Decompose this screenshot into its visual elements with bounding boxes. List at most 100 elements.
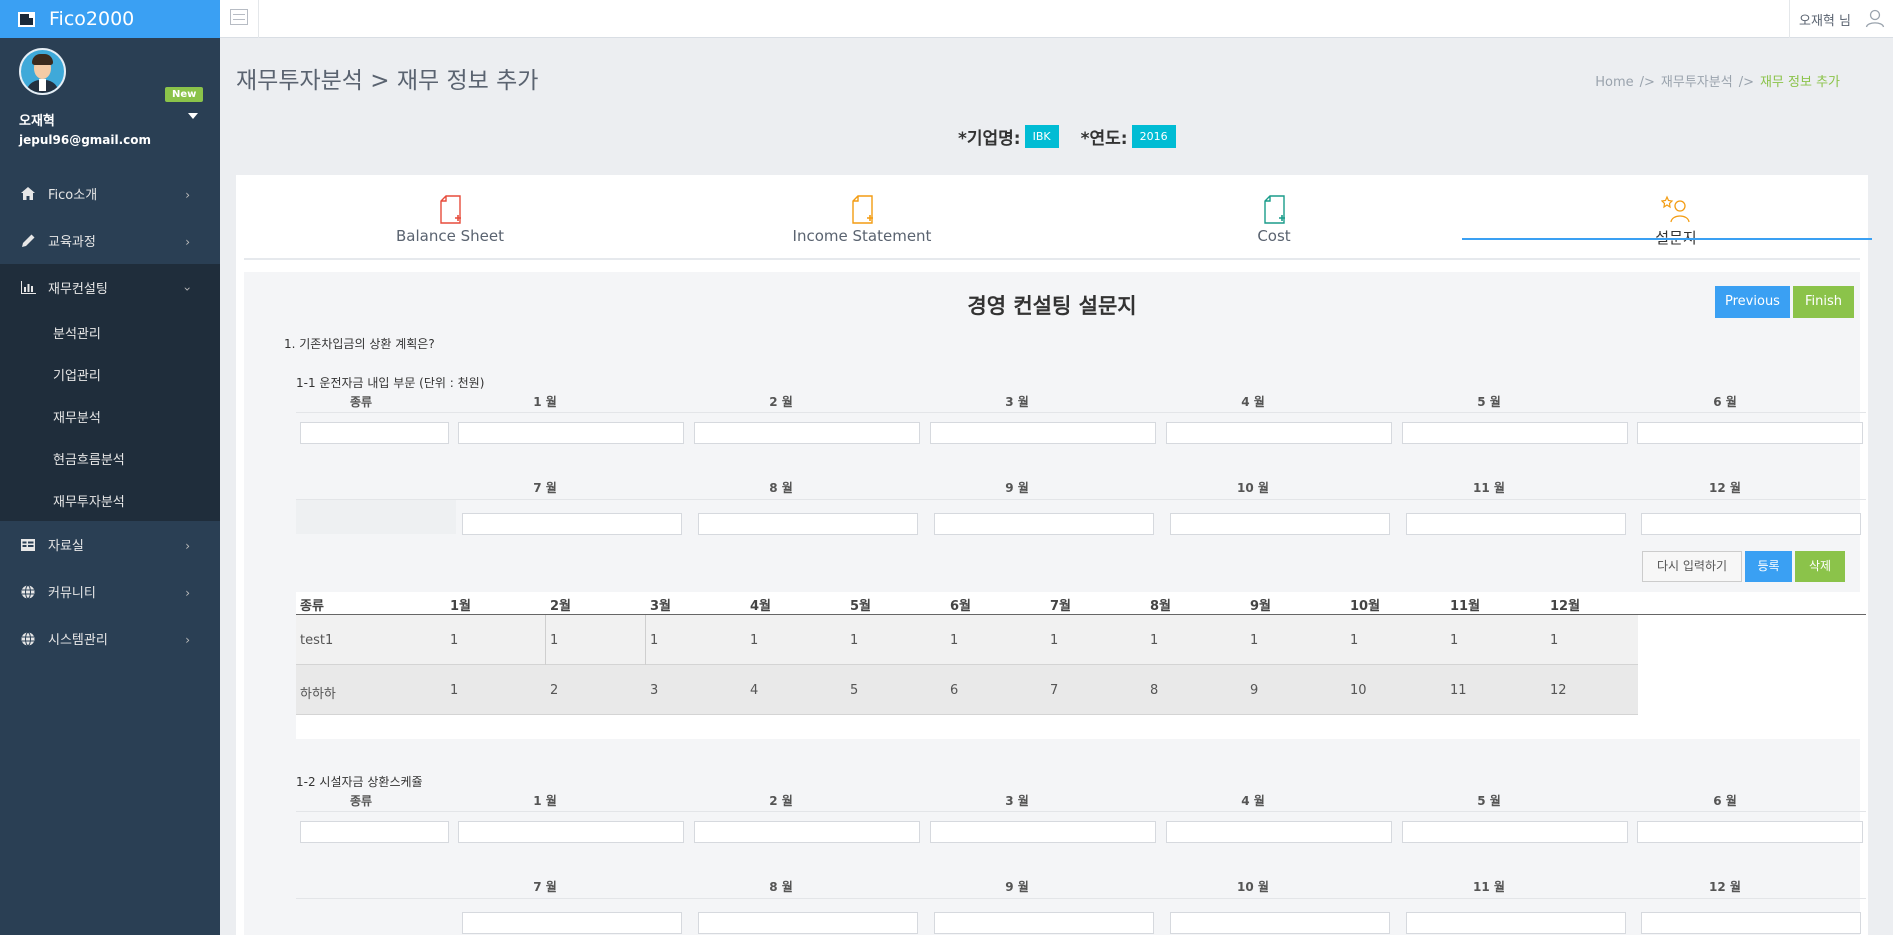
sidebar-subitem-financial-analysis[interactable]: 재무분석 — [0, 395, 220, 437]
sidebar-item-community[interactable]: 커뮤니티 › — [0, 568, 220, 615]
brand[interactable]: Fico2000 — [0, 0, 220, 38]
sidebar-item-fico-intro[interactable]: Fico소개 › — [0, 170, 220, 217]
month-input[interactable] — [1406, 912, 1626, 934]
month-input[interactable] — [930, 422, 1156, 444]
table-cell: 하하하 — [300, 687, 336, 702]
type-input[interactable] — [300, 422, 449, 444]
sidebar-item-system-management[interactable]: 시스템관리 › — [0, 615, 220, 662]
breadcrumb-home[interactable]: Home — [1595, 75, 1633, 90]
table-cell: 7 — [1050, 683, 1059, 698]
chevron-right-icon: › — [185, 188, 190, 202]
month-input[interactable] — [1166, 422, 1392, 444]
month-input[interactable] — [1170, 912, 1390, 934]
month-input[interactable] — [1406, 513, 1626, 535]
month-input[interactable] — [694, 422, 920, 444]
sidebar-subitem-cashflow-analysis[interactable]: 현금흐름분석 — [0, 437, 220, 479]
table-header: 11월 — [1450, 599, 1481, 614]
month-input[interactable] — [930, 821, 1156, 843]
table-cell: test1 — [300, 633, 334, 648]
table-cell: 3 — [650, 683, 659, 698]
delete-button[interactable]: 삭제 — [1795, 551, 1845, 582]
chevron-right-icon: › — [185, 539, 190, 553]
month-header: 8 월 — [769, 481, 793, 495]
month-input[interactable] — [698, 912, 918, 934]
submenu-financial-consulting: 재무컨설팅 › 분석관리 기업관리 재무분석 현금흐름분석 재무투자분석 — [0, 264, 220, 521]
type-header: 종류 — [349, 395, 373, 409]
main-panel: Balance Sheet Income Statement Cost 설문지 … — [236, 175, 1872, 935]
month-input[interactable] — [1402, 821, 1628, 843]
table-cell: 1 — [1450, 633, 1459, 648]
user-icon[interactable] — [1865, 8, 1885, 28]
month-input[interactable] — [1641, 912, 1861, 934]
month-header: 5 월 — [1477, 395, 1501, 409]
month-input[interactable] — [462, 513, 682, 535]
avatar[interactable] — [19, 48, 66, 95]
sidebar-item-label: Fico소개 — [48, 188, 98, 203]
finish-button[interactable]: Finish — [1793, 286, 1854, 318]
sidebar-item-label: 커뮤니티 — [48, 586, 96, 601]
breadcrumb-parent[interactable]: 재무투자분석 — [1661, 75, 1733, 90]
month-input[interactable] — [934, 912, 1154, 934]
table-header: 종류 — [300, 599, 324, 614]
user-name[interactable]: 오재혁 — [19, 110, 55, 129]
table-header: 6월 — [950, 599, 972, 614]
sidebar-item-label: 시스템관리 — [48, 633, 108, 648]
month-header: 7 월 — [533, 481, 557, 495]
globe-icon — [20, 631, 36, 646]
tab-income-statement[interactable]: Income Statement — [656, 195, 1068, 260]
document-add-icon — [1264, 195, 1285, 224]
top-user-name[interactable]: 오재혁 님 — [1799, 10, 1851, 29]
month-input[interactable] — [1166, 821, 1392, 843]
type-input[interactable] — [300, 821, 449, 843]
month-input[interactable] — [462, 912, 682, 934]
active-tab-indicator — [1462, 238, 1872, 240]
table-cell: 8 — [1150, 683, 1159, 698]
sidebar-subitem-investment-analysis[interactable]: 재무투자분석 — [0, 479, 220, 521]
document-add-icon — [440, 195, 461, 224]
table-cell: 1 — [850, 633, 859, 648]
month-input[interactable] — [1637, 821, 1863, 843]
month-input[interactable] — [694, 821, 920, 843]
tab-label: Income Statement — [792, 227, 932, 245]
table-cell: 1 — [1550, 633, 1559, 648]
table-footer — [296, 715, 1866, 739]
month-input[interactable] — [458, 821, 684, 843]
month-input[interactable] — [934, 513, 1154, 535]
month-input[interactable] — [1637, 422, 1863, 444]
sidebar-subitem-analysis-management[interactable]: 분석관리 — [0, 311, 220, 353]
divider — [296, 898, 1866, 899]
sidebar-subitem-company-management[interactable]: 기업관리 — [0, 353, 220, 395]
user-star-icon — [1661, 195, 1690, 223]
sidebar-item-library[interactable]: 자료실 › — [0, 521, 220, 568]
chevron-right-icon: › — [185, 235, 190, 249]
tab-balance-sheet[interactable]: Balance Sheet — [244, 195, 656, 260]
company-tag: IBK — [1024, 125, 1059, 148]
sidebar-item-financial-consulting[interactable]: 재무컨설팅 › — [0, 264, 220, 311]
table-cell: 11 — [1450, 683, 1467, 698]
month-input[interactable] — [1170, 513, 1390, 535]
month-header: 12 월 — [1709, 880, 1741, 894]
month-input[interactable] — [458, 422, 684, 444]
table-cell: 1 — [1250, 633, 1259, 648]
register-button[interactable]: 등록 — [1745, 551, 1792, 582]
table-icon — [20, 538, 36, 552]
tab-cost[interactable]: Cost — [1068, 195, 1480, 260]
table-row[interactable]: 하하하 1 2 3 4 5 6 7 8 9 10 11 12 — [296, 665, 1638, 715]
sidebar-item-education[interactable]: 교육과정 › — [0, 217, 220, 264]
reset-button[interactable]: 다시 입력하기 — [1642, 551, 1742, 582]
user-email: jepul96@gmail.com — [19, 133, 152, 147]
month-header: 1 월 — [533, 395, 557, 409]
caret-down-icon[interactable] — [188, 113, 198, 119]
menu-toggle-icon[interactable] — [230, 9, 248, 25]
month-header: 8 월 — [769, 880, 793, 894]
table-header: 8월 — [1150, 599, 1172, 614]
month-input[interactable] — [1641, 513, 1861, 535]
previous-button[interactable]: Previous — [1715, 286, 1790, 318]
table-header-row: 종류 1월 2월 3월 4월 5월 6월 7월 8월 9월 10월 11월 12… — [296, 592, 1866, 615]
month-input[interactable] — [1402, 422, 1628, 444]
empty-type-cell — [296, 500, 456, 534]
table-row[interactable]: test1 1 1 1 1 1 1 1 1 1 1 1 1 — [296, 615, 1638, 665]
tab-survey[interactable]: 설문지 — [1470, 195, 1882, 260]
month-input[interactable] — [698, 513, 918, 535]
breadcrumb: Home /> 재무투자분석 /> 재무 정보 추가 — [1595, 71, 1840, 90]
